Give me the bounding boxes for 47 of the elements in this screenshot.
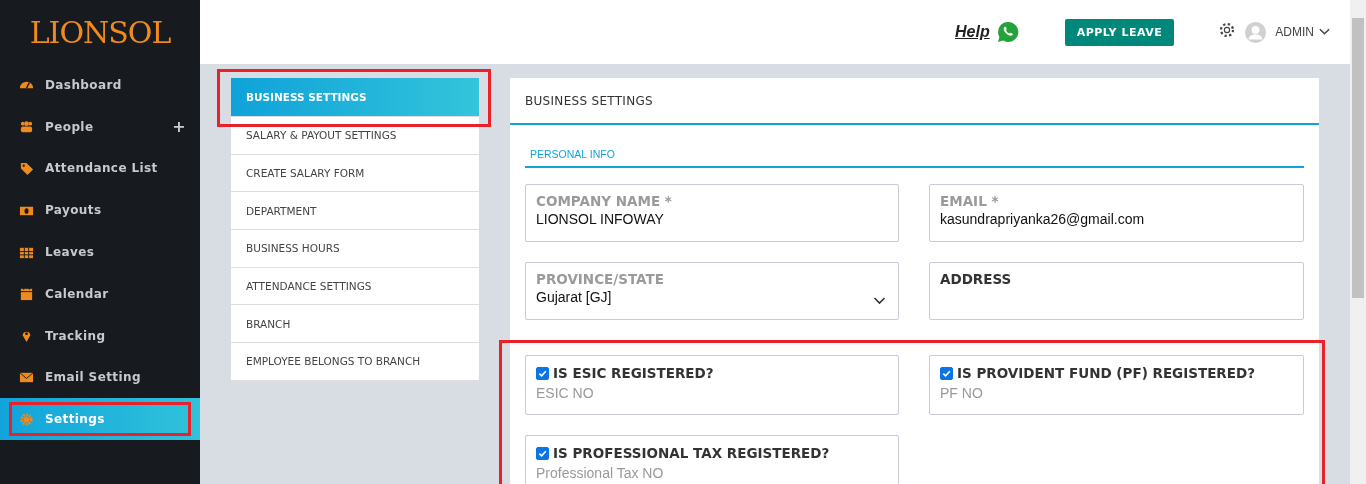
settings-menu-item[interactable]: DEPARTMENT xyxy=(231,192,479,231)
nav-item[interactable]: Dashboard xyxy=(0,64,200,106)
people-icon xyxy=(19,119,34,135)
expand-icon[interactable]: + xyxy=(172,117,186,137)
calendar-icon xyxy=(19,286,34,302)
checkbox-label: IS ESIC REGISTERED? xyxy=(553,365,714,381)
nav-item[interactable]: Email Setting xyxy=(0,356,200,399)
settings-menu-item[interactable]: ATTENDANCE SETTINGS xyxy=(231,267,479,306)
registration-field[interactable]: IS ESIC REGISTERED? ESIC NO xyxy=(525,355,899,415)
mail-icon xyxy=(19,369,34,385)
nav-item[interactable]: Payouts xyxy=(0,189,200,232)
apply-leave-button[interactable]: APPLY LEAVE xyxy=(1064,18,1175,46)
settings-menu-item[interactable]: EMPLOYEE BELONGS TO BRANCH xyxy=(231,343,479,381)
registration-field[interactable]: IS PROFESSIONAL TAX REGISTERED? Professional Tax NO xyxy=(525,435,899,484)
input-field[interactable]: PF NO xyxy=(940,385,1293,401)
nav-item[interactable]: People + xyxy=(0,105,200,148)
form-field[interactable]: ADDRESS xyxy=(929,262,1304,320)
input-field[interactable]: Professional Tax NO xyxy=(536,465,888,481)
chat-icon[interactable] xyxy=(995,20,1020,44)
settings-menu-item[interactable]: CREATE SALARY FORM xyxy=(231,154,479,193)
chevron-down-icon[interactable] xyxy=(1318,28,1330,36)
checkbox[interactable] xyxy=(940,366,953,380)
nav-item[interactable]: Attendance List xyxy=(0,147,200,190)
nav-item[interactable]: Calendar xyxy=(0,273,200,315)
registration-field[interactable]: IS PROVIDENT FUND (PF) REGISTERED? PF NO xyxy=(929,355,1304,415)
chevron-down-icon[interactable] xyxy=(873,297,886,305)
logo: LIONSOL xyxy=(28,13,172,52)
input-field[interactable]: ESIC NO xyxy=(536,385,888,401)
settings-menu-item[interactable]: BRANCH xyxy=(231,305,479,344)
checkbox[interactable] xyxy=(536,366,549,380)
card-title: BUSINESS SETTINGS xyxy=(510,78,1319,125)
nav-item[interactable]: Tracking xyxy=(0,314,200,357)
form-field[interactable]: PROVINCE/STATE Gujarat [GJ] xyxy=(525,262,899,320)
gear-icon xyxy=(19,411,34,427)
settings-icon[interactable] xyxy=(1218,21,1237,39)
user-menu[interactable]: ADMIN xyxy=(1275,25,1314,39)
form-field[interactable]: COMPANY NAME * LIONSOL INFOWAY xyxy=(525,184,899,242)
tag-icon xyxy=(19,161,34,176)
settings-menu-item[interactable]: BUSINESS HOURS xyxy=(231,230,479,268)
settings-menu-item[interactable]: SALARY & PAYOUT SETTINGS xyxy=(231,117,479,155)
checkbox[interactable] xyxy=(536,446,549,460)
help-link[interactable]: Help xyxy=(955,23,990,41)
checkbox-label: IS PROFESSIONAL TAX REGISTERED? xyxy=(553,445,830,461)
scrollbar[interactable] xyxy=(1350,0,1366,484)
nav-item[interactable]: Leaves xyxy=(0,231,200,273)
form-field[interactable]: EMAIL * kasundrapriyanka26@gmail.com xyxy=(929,184,1304,242)
checkbox-label: IS PROVIDENT FUND (PF) REGISTERED? xyxy=(957,365,1256,381)
